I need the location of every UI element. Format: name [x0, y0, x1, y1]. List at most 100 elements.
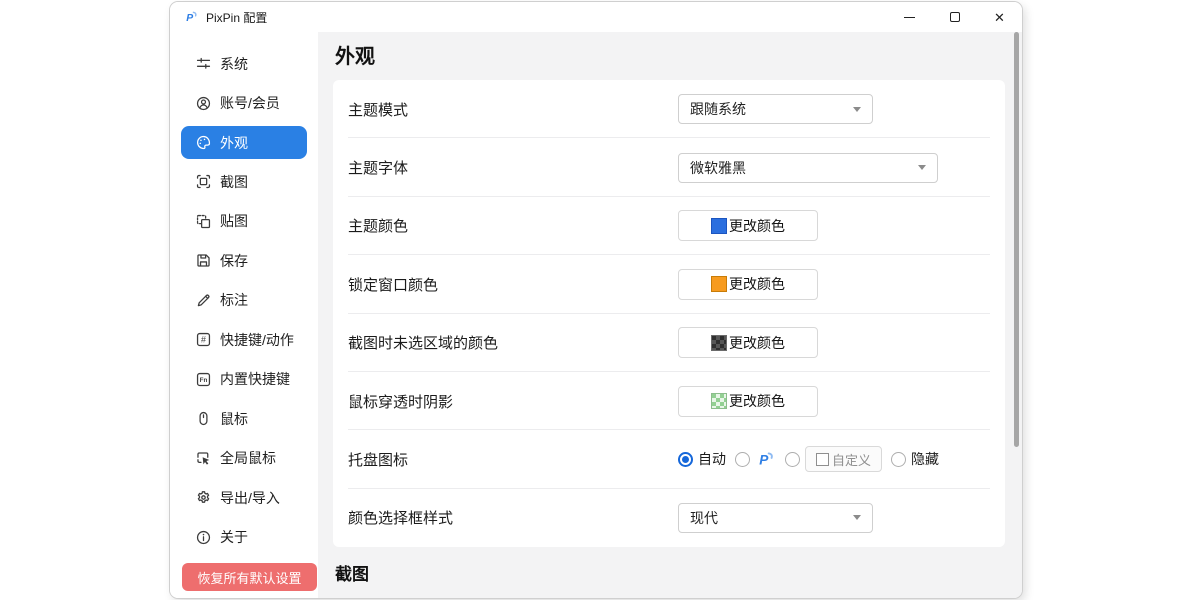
maximize-button[interactable] [932, 2, 977, 32]
radio-selected-icon[interactable] [678, 452, 693, 467]
next-section-title: 截图 [335, 560, 369, 585]
sidebar-item-mouse[interactable]: 鼠标 [181, 399, 307, 439]
content-area: 外观 主题模式 跟随系统 主题字体 微软雅黑 [318, 32, 1022, 598]
window-title: PixPin 配置 [206, 9, 267, 26]
radio-label: 隐藏 [911, 449, 939, 469]
change-theme-color-button[interactable]: 更改颜色 [678, 210, 818, 241]
color-swatch-checker-green [711, 393, 727, 409]
close-icon: ✕ [994, 11, 1005, 24]
color-swatch-checker-dark [711, 335, 727, 351]
pixpin-logo-icon: P [755, 449, 776, 470]
sidebar-item-export-import[interactable]: 导出/导入 [181, 478, 307, 518]
setting-row-color-picker-style: 颜色选择框样式 现代 [333, 489, 1005, 547]
sidebar-nav: 系统 账号/会员 外观 截图 [170, 32, 318, 557]
sidebar-item-builtin-hotkeys[interactable]: Fn 内置快捷键 [181, 360, 307, 400]
pin-copy-icon [195, 213, 212, 230]
screenshot-frame-icon [195, 173, 212, 190]
chevron-down-icon [853, 107, 861, 112]
change-color-label: 更改颜色 [729, 391, 785, 411]
page: P PixPin 配置 ✕ 系统 账 [0, 0, 1200, 600]
setting-label: 锁定窗口颜色 [333, 274, 678, 295]
tray-option-pixpin-logo[interactable]: P [735, 449, 776, 470]
setting-row-locked-window-color: 锁定窗口颜色 更改颜色 [333, 255, 1005, 313]
scrollbar-thumb[interactable] [1014, 32, 1019, 447]
page-title: 外观 [335, 40, 375, 69]
pixpin-logo-icon: P [183, 9, 199, 25]
hotkey-hash-icon: # [195, 331, 212, 348]
custom-icon-button[interactable]: 自定义 [805, 446, 882, 472]
svg-text:Fn: Fn [200, 377, 208, 384]
select-value: 跟随系统 [690, 99, 746, 119]
setting-row-unselected-region-color: 截图时未选区域的颜色 更改颜色 [333, 314, 1005, 372]
change-color-label: 更改颜色 [729, 216, 785, 236]
tray-option-auto[interactable]: 自动 [678, 449, 726, 469]
setting-label: 托盘图标 [333, 449, 678, 470]
save-icon [195, 252, 212, 269]
chevron-down-icon [918, 165, 926, 170]
sidebar-item-system[interactable]: 系统 [181, 44, 307, 84]
maximize-icon [950, 12, 960, 22]
custom-image-placeholder-icon [816, 453, 829, 466]
sidebar-item-account[interactable]: 账号/会员 [181, 84, 307, 124]
setting-label: 主题颜色 [333, 215, 678, 236]
change-color-label: 更改颜色 [729, 333, 785, 353]
setting-label: 截图时未选区域的颜色 [333, 332, 678, 353]
radio-unselected-icon[interactable] [735, 452, 750, 467]
setting-label: 颜色选择框样式 [333, 507, 678, 528]
change-unselected-region-color-button[interactable]: 更改颜色 [678, 327, 818, 358]
svg-text:P: P [759, 453, 769, 468]
global-cursor-icon [195, 450, 212, 467]
svg-text:#: # [201, 335, 206, 345]
minimize-icon [904, 17, 915, 18]
fn-key-icon: Fn [195, 371, 212, 388]
tray-option-custom[interactable]: 自定义 [785, 446, 882, 472]
sidebar-item-save[interactable]: 保存 [181, 241, 307, 281]
tray-icon-radio-group: 自动 P 自定 [678, 446, 939, 472]
radio-label: 自动 [698, 449, 726, 469]
color-swatch-blue [711, 218, 727, 234]
caption-buttons: ✕ [887, 2, 1022, 32]
sidebar-item-global-mouse[interactable]: 全局鼠标 [181, 439, 307, 479]
setting-label: 鼠标穿透时阴影 [333, 391, 678, 412]
theme-font-select[interactable]: 微软雅黑 [678, 153, 938, 183]
sidebar-item-appearance[interactable]: 外观 [181, 126, 307, 159]
sidebar-item-hotkeys-actions[interactable]: # 快捷键/动作 [181, 320, 307, 360]
info-icon [195, 529, 212, 546]
palette-icon [195, 134, 212, 151]
sidebar-item-pin-image[interactable]: 贴图 [181, 202, 307, 242]
chevron-down-icon [853, 515, 861, 520]
select-value: 现代 [690, 508, 718, 528]
title-bar[interactable]: P PixPin 配置 ✕ [170, 2, 1022, 32]
custom-button-label: 自定义 [832, 450, 871, 469]
setting-row-theme-mode: 主题模式 跟随系统 [333, 80, 1005, 138]
sidebar-item-screenshot[interactable]: 截图 [181, 162, 307, 202]
change-mouse-through-shadow-color-button[interactable]: 更改颜色 [678, 386, 818, 417]
sliders-icon [195, 55, 212, 72]
gear-icon [195, 489, 212, 506]
sidebar-item-about[interactable]: 关于 [181, 518, 307, 558]
close-button[interactable]: ✕ [977, 2, 1022, 32]
appearance-settings-card: 主题模式 跟随系统 主题字体 微软雅黑 主题颜色 [333, 80, 1005, 547]
minimize-button[interactable] [887, 2, 932, 32]
sidebar-item-annotate[interactable]: 标注 [181, 281, 307, 321]
pixpin-settings-window: P PixPin 配置 ✕ 系统 账 [170, 2, 1022, 598]
mouse-icon [195, 410, 212, 427]
setting-row-theme-color: 主题颜色 更改颜色 [333, 197, 1005, 255]
setting-label: 主题字体 [333, 157, 678, 178]
radio-unselected-icon[interactable] [785, 452, 800, 467]
color-swatch-orange [711, 276, 727, 292]
change-locked-window-color-button[interactable]: 更改颜色 [678, 269, 818, 300]
theme-mode-select[interactable]: 跟随系统 [678, 94, 873, 124]
change-color-label: 更改颜色 [729, 274, 785, 294]
pencil-icon [195, 292, 212, 309]
tray-option-hide[interactable]: 隐藏 [891, 449, 939, 469]
radio-unselected-icon[interactable] [891, 452, 906, 467]
setting-label: 主题模式 [333, 99, 678, 120]
setting-row-mouse-through-shadow: 鼠标穿透时阴影 更改颜色 [333, 372, 1005, 430]
svg-text:P: P [186, 13, 193, 24]
setting-row-tray-icon: 托盘图标 自动 P [333, 430, 1005, 488]
color-picker-style-select[interactable]: 现代 [678, 503, 873, 533]
user-circle-icon [195, 95, 212, 112]
sidebar: 系统 账号/会员 外观 截图 [170, 32, 318, 598]
reset-defaults-button[interactable]: 恢复所有默认设置 [182, 563, 317, 591]
